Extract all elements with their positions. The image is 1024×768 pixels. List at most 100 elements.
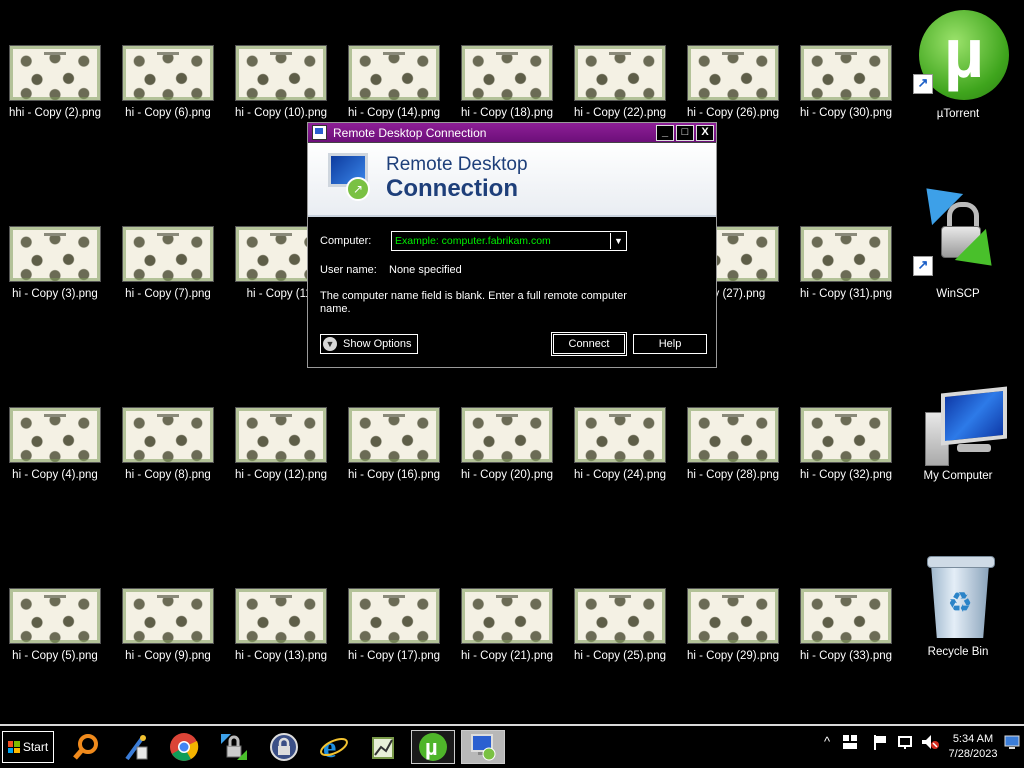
computer-label: Computer: [320,235,372,247]
image-thumbnail [235,45,327,101]
taskbar-utorrent-app[interactable]: µ [411,730,455,764]
taskbar-winscp-app[interactable] [212,730,256,764]
image-thumbnail [348,407,440,463]
app-label: WinSCP [936,288,980,300]
computer-input[interactable]: Example: computer.fabrikam.com [392,235,610,247]
tray-flag-icon[interactable] [872,734,888,753]
tray-network-icon[interactable] [842,734,858,753]
file-icon-copy-16[interactable]: hi - Copy (16).png [339,407,449,481]
file-icon-copy-21[interactable]: hi - Copy (21).png [452,588,562,662]
show-options-button[interactable]: ▼ Show Options [320,334,418,354]
image-thumbnail [800,226,892,282]
image-thumbnail [122,226,214,282]
minimize-button[interactable]: _ [656,124,674,141]
taskbar-chrome-app[interactable] [162,730,206,764]
file-icon-copy-20[interactable]: hi - Copy (20).png [452,407,562,481]
file-icon-copy-26[interactable]: hi - Copy (26).png [678,45,788,119]
file-icon-copy-12[interactable]: hi - Copy (12).png [226,407,336,481]
file-label: hi - Copy (4).png [12,469,98,481]
file-icon-copy-10[interactable]: hi - Copy (10).png [226,45,336,119]
tray-chevron-icon[interactable]: ^ [824,734,830,749]
dialog-titlebar[interactable]: Remote Desktop Connection _ □ X [308,123,716,143]
lock-transfer-icon [221,734,247,760]
image-thumbnail [9,588,101,644]
file-icon-copy-28[interactable]: hi - Copy (28).png [678,407,788,481]
show-options-label: Show Options [343,338,412,350]
file-icon-copy-5[interactable]: hi - Copy (5).png [0,588,110,662]
image-thumbnail [574,45,666,101]
chevron-down-icon: ▼ [323,337,337,351]
image-thumbnail [9,226,101,282]
file-icon-copy-17[interactable]: hi - Copy (17).png [339,588,449,662]
taskbar-ie-app[interactable]: e [312,730,356,764]
file-label: hi - Copy (32).png [799,469,893,481]
taskbar-chart-app[interactable] [362,730,406,764]
taskbar-keepass-app[interactable] [262,730,306,764]
file-label: hhi - Copy (2).png [8,107,102,119]
recycle-bin[interactable]: ♻ Recycle Bin [910,550,1006,658]
file-icon-copy-13[interactable]: hi - Copy (13).png [226,588,336,662]
file-icon-copy-2[interactable]: hhi - Copy (2).png [0,45,110,119]
file-icon-copy-24[interactable]: hi - Copy (24).png [565,407,675,481]
app-label: Recycle Bin [927,646,989,658]
username-value: None specified [389,264,462,276]
file-icon-copy-3[interactable]: hi - Copy (3).png [0,226,110,300]
image-thumbnail [800,45,892,101]
clock-date: 7/28/2023 [948,748,998,760]
file-icon-copy-9[interactable]: hi - Copy (9).png [113,588,223,662]
tray-device-icon[interactable] [897,734,913,753]
my-computer[interactable]: My Computer [910,386,1007,482]
shortcut-arrow-icon: ↗ [913,256,933,276]
image-thumbnail [348,588,440,644]
banner-title-line1: Remote Desktop [386,154,528,175]
file-label: hi - Copy (6).png [125,107,211,119]
file-label: hi - Copy (5).png [12,650,98,662]
file-icon-copy-7[interactable]: hi - Copy (7).png [113,226,223,300]
taskbar-remote-desktop-app[interactable] [461,730,505,764]
file-icon-copy-29[interactable]: hi - Copy (29).png [678,588,788,662]
rdc-app-icon [312,125,327,140]
image-thumbnail [122,588,214,644]
start-button[interactable]: Start [2,731,54,763]
file-icon-copy-25[interactable]: hi - Copy (25).png [565,588,675,662]
file-icon-copy-30[interactable]: hi - Copy (30).png [791,45,901,119]
file-icon-copy-33[interactable]: hi - Copy (33).png [791,588,901,662]
file-label: hi - Copy (13).png [234,650,328,662]
tray-volume-muted-icon[interactable] [921,734,939,753]
username-label: User name: [320,264,377,276]
chevron-down-icon[interactable]: ▼ [610,233,626,249]
file-icon-copy-4[interactable]: hi - Copy (4).png [0,407,110,481]
connect-button[interactable]: Connect [551,332,627,356]
image-thumbnail [461,588,553,644]
help-button[interactable]: Help [633,334,707,354]
taskbar-paint-app[interactable] [114,730,158,764]
show-desktop-icon[interactable] [1004,734,1020,753]
file-label: hi - Copy (30).png [799,107,893,119]
file-icon-copy-8[interactable]: hi - Copy (8).png [113,407,223,481]
taskbar-clock[interactable]: 5:34 AM 7/28/2023 [940,732,1006,762]
maximize-button[interactable]: □ [676,124,694,141]
computer-combobox[interactable]: Example: computer.fabrikam.com ▼ [391,231,627,251]
chart-tool-icon [372,737,394,759]
file-icon-copy-6[interactable]: hi - Copy (6).png [113,45,223,119]
image-thumbnail [687,588,779,644]
file-label: hi - Copy (25).png [573,650,667,662]
close-button[interactable]: X [696,124,714,141]
file-icon-copy-18[interactable]: hi - Copy (18).png [452,45,562,119]
file-icon-copy-14[interactable]: hi - Copy (14).png [339,45,449,119]
svg-text:µ: µ [425,735,438,760]
taskbar-search-app[interactable] [64,730,108,764]
file-icon-copy-31[interactable]: hi - Copy (31).png [791,226,901,300]
image-thumbnail [687,407,779,463]
banner-title-line2: Connection [386,175,518,202]
image-thumbnail [122,407,214,463]
winscp-shortcut[interactable]: ↗ WinSCP [910,172,1008,300]
file-label: hi - Copy (7).png [125,288,211,300]
file-icon-copy-32[interactable]: hi - Copy (32).png [791,407,901,481]
image-thumbnail [574,407,666,463]
remote-desktop-dialog: Remote Desktop Connection _ □ X ↗ Remote… [307,122,717,368]
file-icon-copy-22[interactable]: hi - Copy (22).png [565,45,675,119]
utorrent-shortcut[interactable]: µ ↗ µTorrent [910,4,1009,120]
image-thumbnail [122,45,214,101]
utorrent-icon: µ ↗ [913,4,1009,100]
